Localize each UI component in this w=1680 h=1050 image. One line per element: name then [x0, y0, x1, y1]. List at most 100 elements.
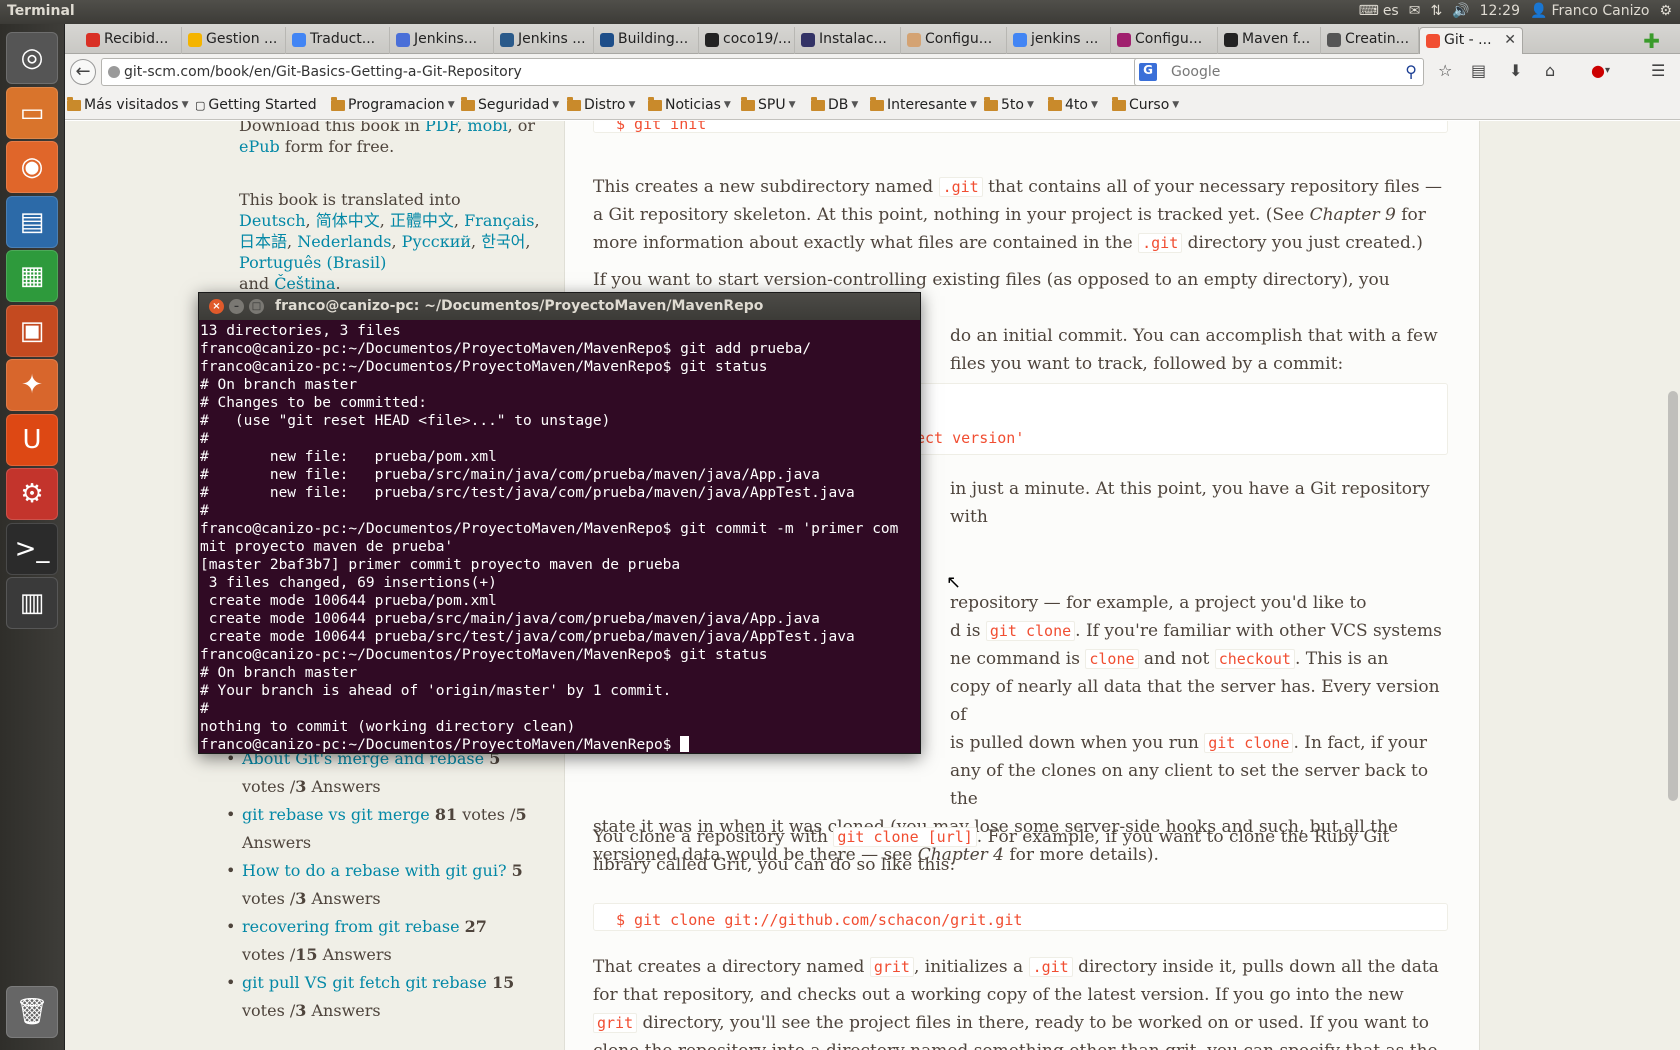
- bookmark-getting-started[interactable]: ▢ Getting Started: [195, 97, 317, 113]
- bookmark-4to[interactable]: 4to ▼: [1048, 96, 1098, 113]
- related-question-link[interactable]: recovering from git rebase: [242, 917, 460, 936]
- download-info: Download this book in PDF, mobi, or ePub…: [239, 121, 549, 157]
- lang-link-japanese[interactable]: 日本語: [239, 232, 287, 251]
- tab-9[interactable]: jenkins ...: [1007, 27, 1111, 54]
- url-bar[interactable]: git-scm.com/book/en/Git-Basics-Getting-a…: [101, 58, 1173, 86]
- new-tab-button[interactable]: ✚: [1643, 29, 1660, 53]
- bookmark-star-icon[interactable]: ☆: [1438, 61, 1452, 80]
- folder-icon: [567, 96, 581, 111]
- related-question-link[interactable]: git pull VS git fetch git rebase: [242, 973, 487, 992]
- tab-4[interactable]: Jenkins ...: [494, 27, 594, 54]
- text: directory, you'll see the project files …: [593, 1013, 1438, 1050]
- paragraph-5: You clone a repository with git clone [u…: [593, 823, 1448, 879]
- bookmark-5to[interactable]: 5to ▼: [984, 96, 1034, 113]
- pdf-link[interactable]: PDF: [425, 121, 457, 135]
- ubuntu-one-icon[interactable]: U: [6, 413, 58, 466]
- lang-link-korean[interactable]: 한국어: [481, 232, 525, 251]
- menu-icon[interactable]: ☰: [1651, 61, 1665, 80]
- terminal-icon[interactable]: >_: [6, 522, 58, 575]
- lang-link-russian[interactable]: Русский: [402, 232, 471, 251]
- software-center-icon[interactable]: ✦: [6, 359, 58, 411]
- bookmark-distro[interactable]: Distro ▼: [567, 96, 635, 113]
- clock[interactable]: 12:29: [1480, 3, 1520, 19]
- volume-icon[interactable]: 🔊: [1452, 3, 1469, 19]
- tab-11[interactable]: Maven f...: [1218, 27, 1321, 54]
- related-question-item: recovering from git rebase 27 votes /15 …: [226, 913, 532, 969]
- search-engine-icon[interactable]: G: [1139, 63, 1157, 81]
- adblock-dropdown-icon[interactable]: ▾: [1605, 65, 1610, 76]
- tab-label: coco19/...: [723, 31, 792, 47]
- reading-list-icon[interactable]: ▤: [1471, 61, 1486, 80]
- impress-icon[interactable]: ▣: [6, 304, 58, 357]
- lang-link-zh-tw[interactable]: 正體中文: [390, 211, 454, 230]
- lang-link-nederlands[interactable]: Nederlands: [297, 232, 391, 251]
- search-bar[interactable]: G Google ⚲: [1134, 58, 1424, 86]
- writer-icon[interactable]: ▤: [6, 195, 58, 248]
- tab-5[interactable]: Building...: [594, 27, 699, 54]
- tab-12[interactable]: Creatin...: [1321, 27, 1419, 54]
- session-gear-icon[interactable]: ⚙: [1659, 3, 1672, 19]
- bookmark-spu[interactable]: SPU ▼: [741, 96, 796, 113]
- lang-link-portugues[interactable]: Português (Brasil): [239, 253, 386, 272]
- minimize-icon[interactable]: –: [229, 299, 244, 314]
- user-menu[interactable]: 👤 Franco Canizo: [1530, 3, 1649, 19]
- related-question-link[interactable]: How to do a rebase with git gui?: [242, 861, 507, 880]
- network-icon[interactable]: ⇅: [1430, 3, 1442, 19]
- mail-icon[interactable]: ✉: [1409, 3, 1421, 19]
- tab-10[interactable]: Configu...: [1111, 27, 1218, 54]
- downloads-icon[interactable]: ⬇: [1509, 61, 1522, 80]
- chevron-down-icon: ▼: [447, 100, 455, 110]
- lang-link-francais[interactable]: Français: [464, 211, 534, 230]
- tab-8[interactable]: Configu...: [901, 27, 1007, 54]
- tab-6[interactable]: coco19/...: [699, 27, 795, 54]
- close-icon[interactable]: ×: [209, 299, 224, 314]
- tab-0[interactable]: Recibid...: [80, 27, 182, 54]
- system-settings-icon[interactable]: ⚙: [6, 468, 58, 520]
- scrollbar-thumb[interactable]: [1668, 391, 1678, 801]
- workspace-switcher-icon[interactable]: ▥: [6, 577, 58, 629]
- maximize-icon[interactable]: □: [249, 299, 264, 314]
- keyboard-indicator[interactable]: ⌨ es: [1359, 3, 1399, 19]
- mobi-link[interactable]: mobi: [467, 121, 507, 135]
- tab-7[interactable]: Instalac...: [795, 27, 901, 54]
- calc-icon[interactable]: ▦: [6, 250, 58, 302]
- terminal-prompt-line[interactable]: franco@canizo-pc:~/Documentos/ProyectoMa…: [200, 736, 919, 753]
- bookmark-programacion[interactable]: Programacion ▼: [331, 96, 455, 113]
- bookmark-label: Curso: [1129, 97, 1170, 113]
- page-scrollbar[interactable]: [1666, 121, 1680, 1050]
- bookmark-seguridad[interactable]: Seguridad ▼: [461, 96, 559, 113]
- tab-13[interactable]: Git - ... ✕: [1419, 27, 1523, 54]
- bookmark-label: 4to: [1065, 97, 1088, 113]
- back-button[interactable]: ←: [69, 58, 97, 86]
- related-question-link[interactable]: git rebase vs git merge: [242, 805, 430, 824]
- adblock-icon[interactable]: ●: [1591, 61, 1605, 80]
- search-icon[interactable]: ⚲: [1405, 62, 1417, 81]
- dash-home-icon[interactable]: ◎: [6, 32, 58, 84]
- home-icon[interactable]: ⌂: [1545, 61, 1555, 80]
- epub-link[interactable]: ePub: [239, 137, 280, 156]
- answer-count: 3: [295, 889, 307, 908]
- terminal-line: #: [200, 503, 209, 519]
- terminal-titlebar[interactable]: × – □ franco@canizo-pc: ~/Documentos/Pro…: [199, 293, 920, 320]
- trash-icon[interactable]: 🗑: [6, 986, 58, 1038]
- bookmark-m-s-visitados[interactable]: Más visitados ▼: [67, 96, 189, 113]
- tab-2[interactable]: Traduct...: [286, 27, 390, 54]
- tab-close-icon[interactable]: ✕: [1504, 32, 1516, 48]
- tab-1[interactable]: Gestion ...: [182, 27, 286, 54]
- terminal-window[interactable]: × – □ franco@canizo-pc: ~/Documentos/Pro…: [198, 292, 921, 754]
- bookmark-db[interactable]: DB ▼: [811, 96, 858, 113]
- firefox-icon[interactable]: ◉: [6, 141, 58, 193]
- lang-link-cestina[interactable]: Čeština: [274, 274, 335, 293]
- bookmark-curso[interactable]: Curso ▼: [1112, 96, 1179, 113]
- bookmark-interesante[interactable]: Interesante ▼: [870, 96, 977, 113]
- inline-code: .git: [1028, 957, 1073, 977]
- lang-link-deutsch[interactable]: Deutsch: [239, 211, 306, 230]
- tab-3[interactable]: Jenkins...: [390, 27, 494, 54]
- text: is pulled down when you run: [950, 733, 1199, 753]
- bookmark-noticias[interactable]: Noticias ▼: [648, 96, 731, 113]
- lang-link-zh-cn[interactable]: 简体中文: [316, 211, 380, 230]
- answer-count: 15: [295, 945, 318, 964]
- text: That creates a directory named: [593, 957, 865, 977]
- terminal-output[interactable]: 13 directories, 3 files franco@canizo-pc:…: [200, 322, 919, 753]
- files-icon[interactable]: ▭: [6, 86, 58, 139]
